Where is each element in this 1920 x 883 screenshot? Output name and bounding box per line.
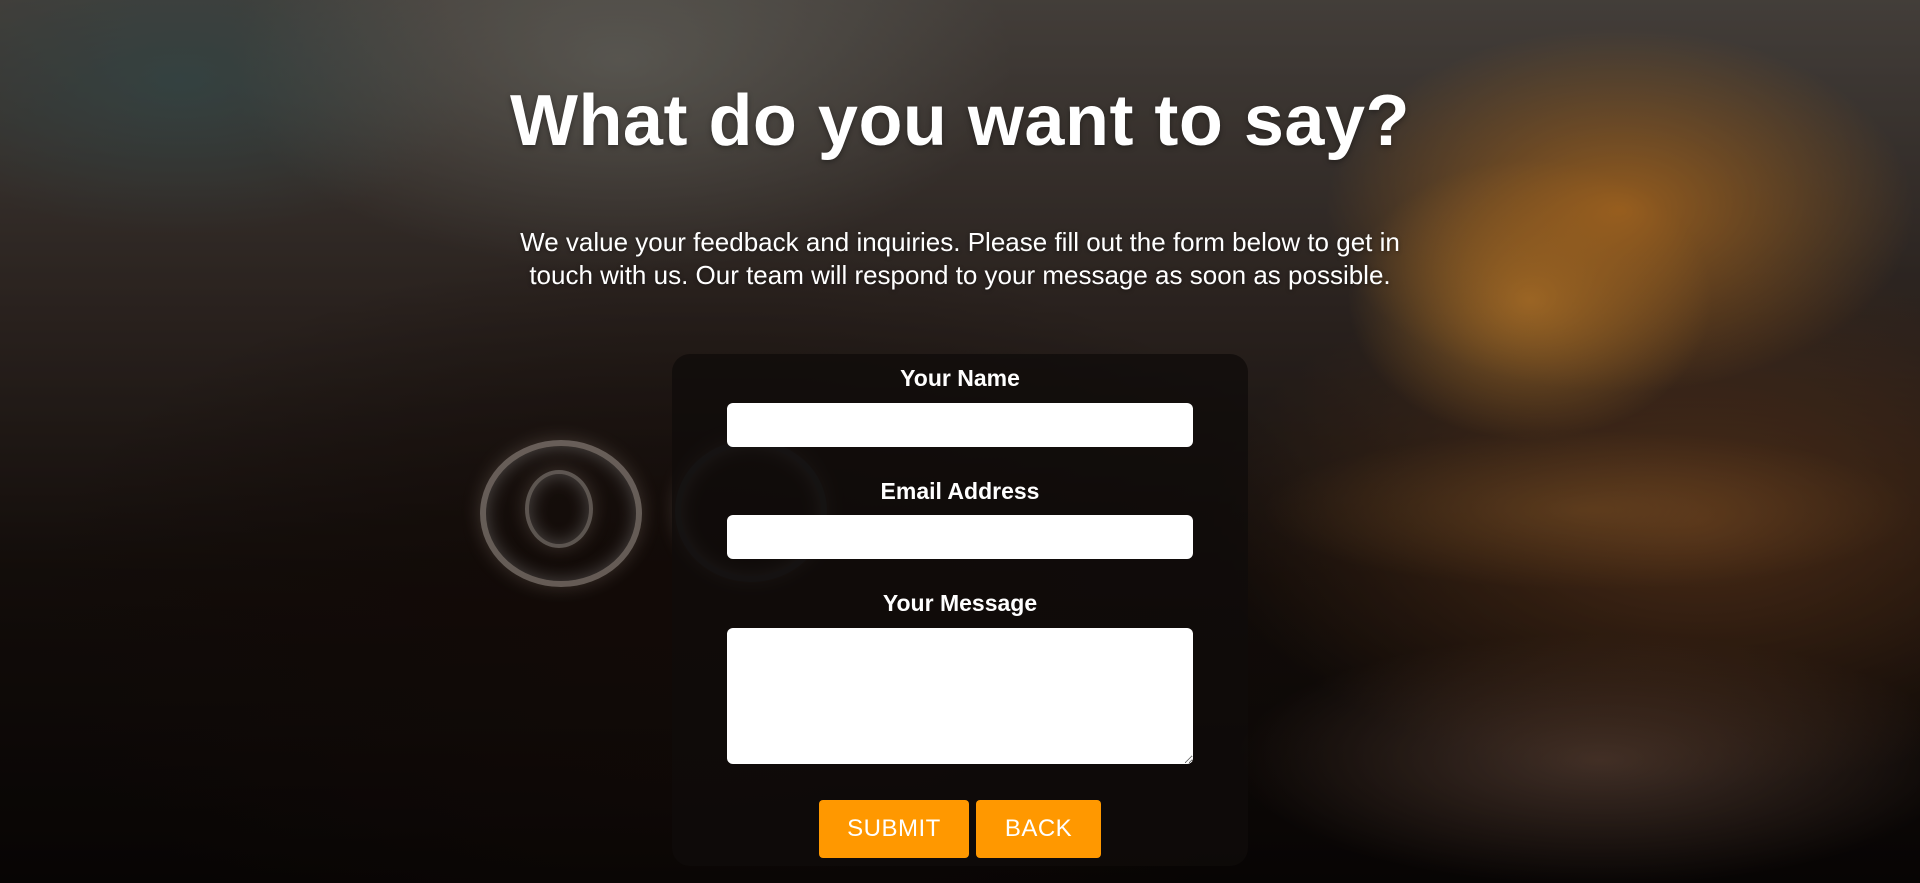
submit-button[interactable]: SUBMIT <box>819 800 969 858</box>
message-textarea[interactable] <box>727 628 1193 764</box>
name-input[interactable] <box>727 403 1193 447</box>
name-label: Your Name <box>900 365 1020 391</box>
background-scene: What do you want to say? We value your f… <box>0 0 1920 883</box>
email-label: Email Address <box>880 478 1040 504</box>
contact-section: What do you want to say? We value your f… <box>0 0 1920 883</box>
contact-form: Your Name Email Address Your Message SUB… <box>672 354 1248 866</box>
email-input[interactable] <box>727 515 1193 559</box>
message-label: Your Message <box>882 590 1038 616</box>
intro-text: We value your feedback and inquiries. Pl… <box>520 227 1400 290</box>
back-button[interactable]: BACK <box>976 800 1101 858</box>
page-title: What do you want to say? <box>509 81 1410 161</box>
